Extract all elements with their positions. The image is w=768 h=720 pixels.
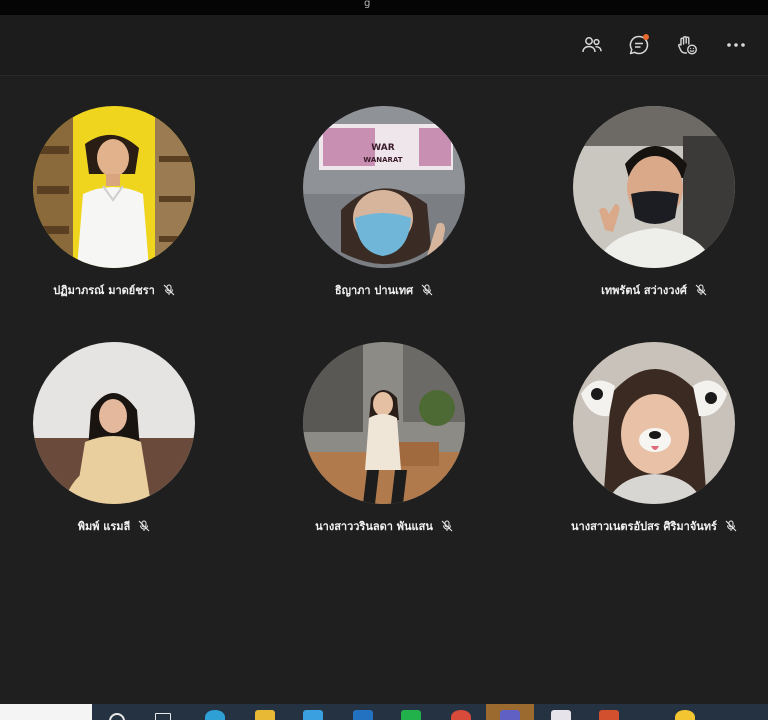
meeting-toolbar — [0, 15, 768, 76]
store-icon[interactable] — [298, 704, 328, 720]
search-icon[interactable] — [102, 704, 132, 720]
participant-tile[interactable]: WAR WANARAT ธิญาภา ปานเทศ — [264, 76, 504, 297]
video-gallery: ปฏิมาภรณ์ มาดย์ชรา WAR WANARAT ธิญาภา ปา… — [0, 76, 768, 704]
mic-off-icon — [441, 520, 453, 532]
participant-tile[interactable]: พิมพ์ แรมลี — [0, 312, 234, 533]
mic-off-icon — [163, 284, 175, 296]
participant-tile[interactable]: เทพรัตน์ สว่างวงศ์ — [534, 76, 768, 297]
powerpoint-icon[interactable] — [594, 704, 624, 720]
paint-icon[interactable] — [546, 704, 576, 720]
participant-video — [33, 106, 195, 268]
participant-video: WAR WANARAT — [303, 106, 465, 268]
file-explorer-icon[interactable] — [250, 704, 280, 720]
participant-name: ธิญาภา ปานเทศ — [334, 284, 414, 297]
emoji-icon[interactable] — [670, 704, 700, 720]
participant-tile[interactable]: นางสาววรินลดา พันแสน — [264, 312, 504, 533]
participants-button[interactable] — [576, 29, 608, 61]
participant-video — [303, 342, 465, 504]
chrome-icon[interactable] — [446, 704, 476, 720]
raise-hand-icon — [678, 36, 698, 55]
participant-name: พิมพ์ แรมลี — [77, 520, 131, 533]
mic-off-icon — [421, 284, 433, 296]
reactions-button[interactable] — [671, 29, 703, 61]
participant-name: เทพรัตน์ สว่างวงศ์ — [601, 284, 687, 297]
participant-name: นางสาวเนตรอัปสร ศิริมาจันทร์ — [571, 520, 717, 533]
task-view-icon[interactable] — [148, 704, 178, 720]
participant-video — [573, 342, 735, 504]
video-overlay-text: WANARAT — [363, 156, 402, 164]
chat-button[interactable] — [623, 29, 655, 61]
participant-name: นางสาววรินลดา พันแสน — [315, 520, 433, 533]
taskbar-search-box[interactable] — [0, 704, 92, 720]
mail-icon[interactable] — [348, 704, 378, 720]
video-overlay-text: WAR — [371, 143, 394, 153]
more-options-button[interactable] — [720, 29, 752, 61]
mic-off-icon — [138, 520, 150, 532]
participant-video — [573, 106, 735, 268]
mic-off-icon — [695, 284, 707, 296]
window-title-fragment: g — [364, 0, 371, 9]
participant-name: ปฏิมาภรณ์ มาดย์ชรา — [53, 284, 155, 297]
window-title-bar: g — [0, 0, 768, 15]
edge-icon[interactable] — [200, 704, 230, 720]
teams-meeting-window: g ปฏิมาภรณ์ มาดย์ชรา WAR WANARAT ธิญาภา … — [0, 0, 768, 720]
teams-icon[interactable] — [486, 704, 534, 720]
people-icon — [582, 37, 602, 53]
line-icon[interactable] — [396, 704, 426, 720]
windows-taskbar — [0, 704, 768, 720]
participant-video — [33, 342, 195, 504]
participant-tile[interactable]: นางสาวเนตรอัปสร ศิริมาจันทร์ — [534, 312, 768, 533]
chat-notification-badge — [643, 34, 649, 40]
participant-tile[interactable]: ปฏิมาภรณ์ มาดย์ชรา — [0, 76, 234, 297]
more-icon — [727, 43, 745, 47]
mic-off-icon — [725, 520, 737, 532]
